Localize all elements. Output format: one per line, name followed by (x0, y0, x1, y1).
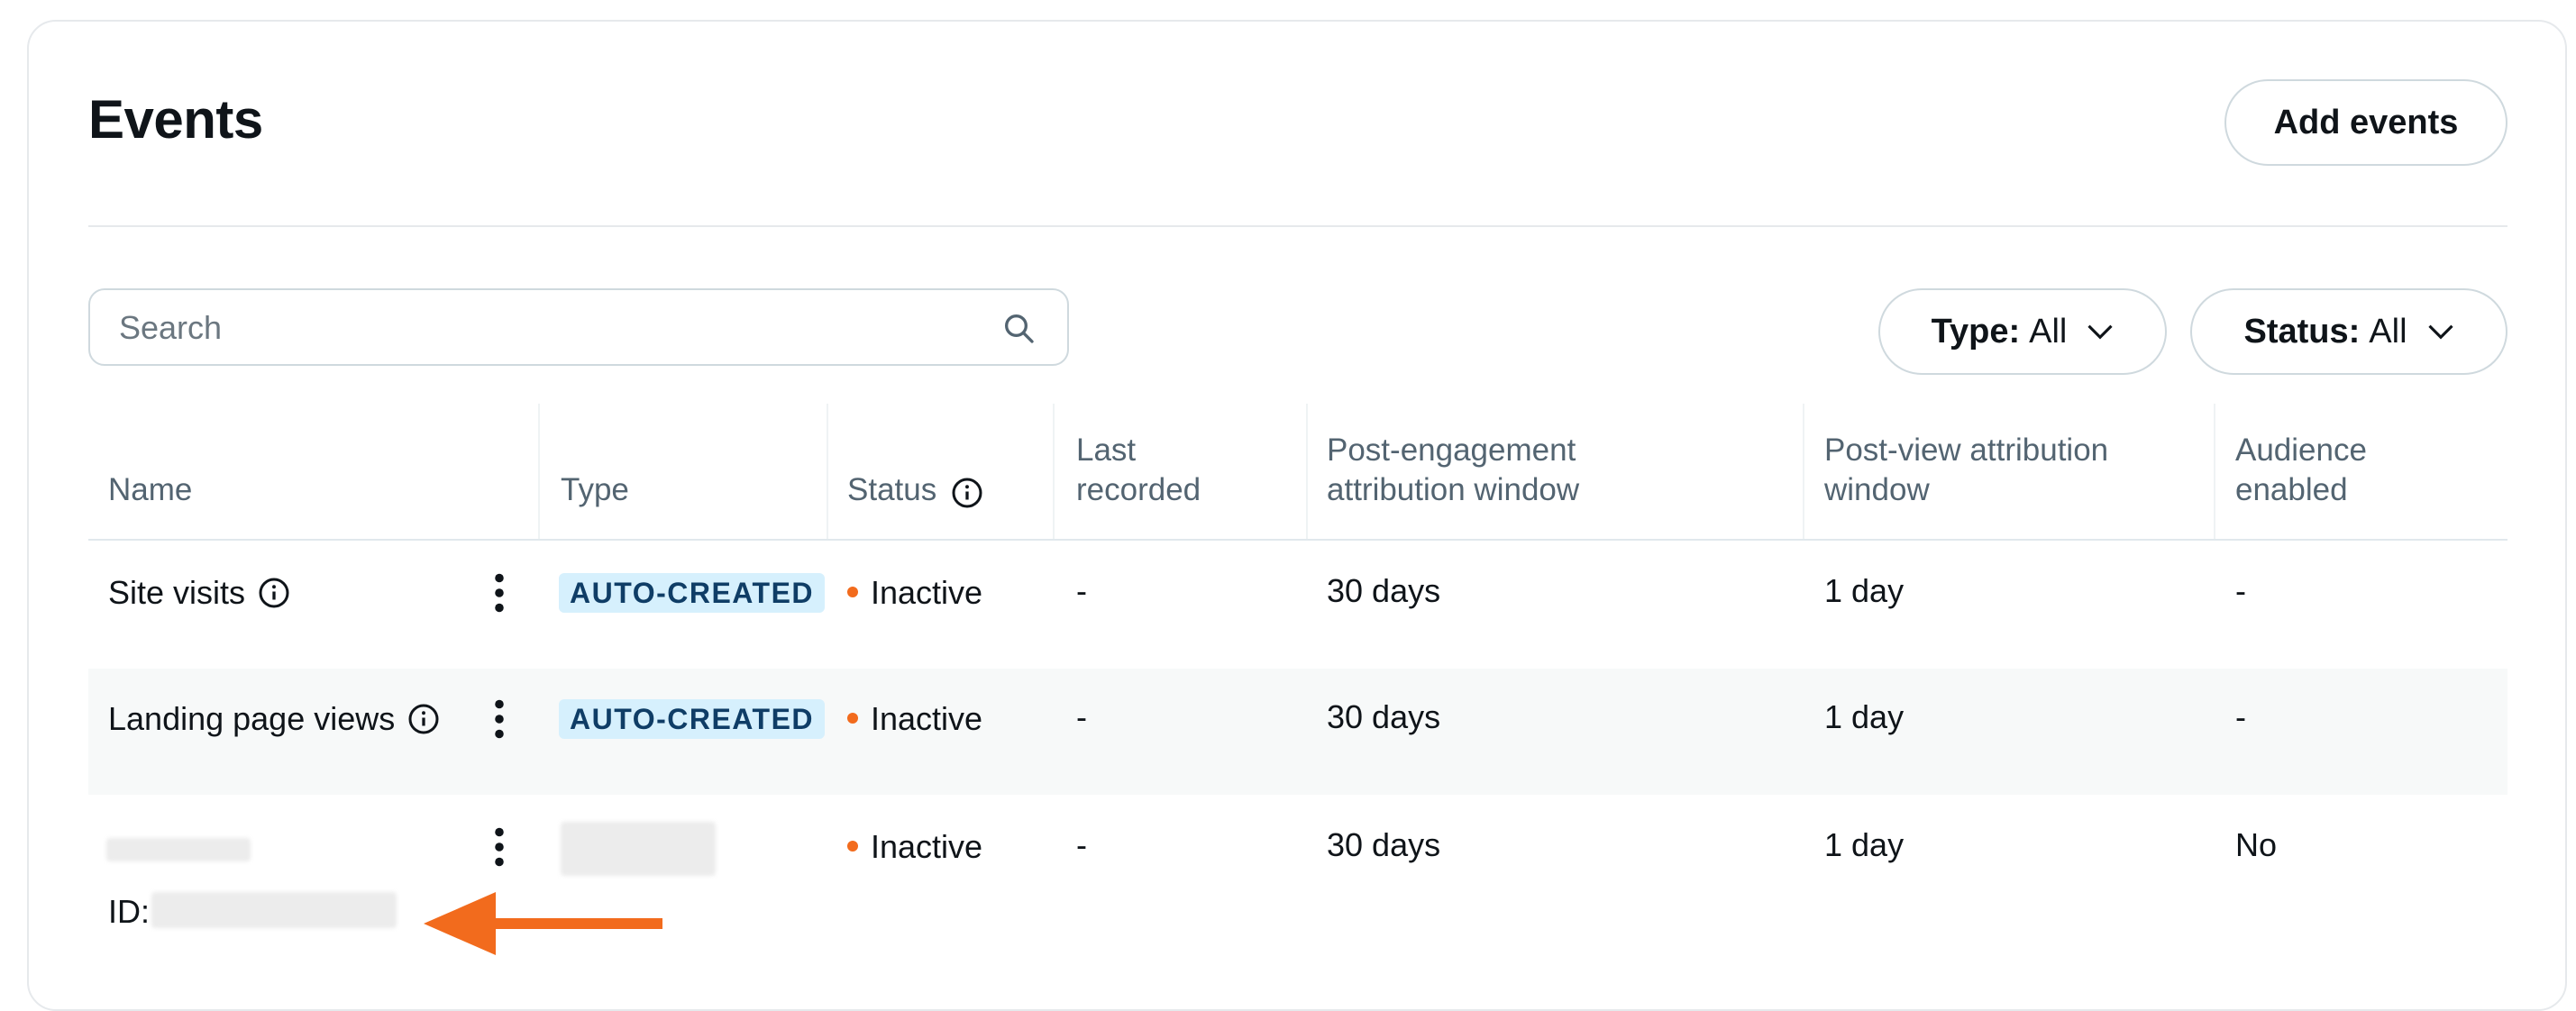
table-row[interactable] (88, 669, 2507, 795)
row-name: Site visits (108, 574, 246, 611)
column-separator (1053, 404, 1055, 541)
column-separator (2214, 404, 2215, 541)
type-badge: AUTO-CREATED (559, 699, 826, 739)
status-text: Inactive (871, 828, 983, 865)
kebab-menu-icon[interactable] (494, 699, 505, 739)
type-filter-button[interactable]: Type: All (1878, 288, 2167, 375)
redacted-name (106, 838, 251, 861)
chevron-down-icon (2087, 324, 2113, 340)
info-icon[interactable] (951, 477, 983, 509)
column-separator (1803, 404, 1804, 541)
search-input[interactable] (117, 301, 986, 355)
type-filter-label: Type: (1931, 312, 2021, 351)
column-header-post-engagement[interactable]: Post-engagement attribution window (1327, 431, 1579, 510)
row-name: Landing page views (108, 700, 396, 737)
post-engagement-cell: 30 days (1327, 826, 1441, 863)
search-box[interactable] (88, 288, 1069, 366)
status-filter-button[interactable]: Status: All (2190, 288, 2507, 375)
status-filter-value: All (2369, 312, 2407, 351)
column-header-line: Last (1076, 433, 1137, 468)
column-header-line: enabled (2235, 472, 2348, 507)
row-name-cell: Landing page views (108, 699, 440, 739)
redacted-type (561, 822, 716, 876)
audience-cell: No (2235, 826, 2278, 863)
redacted-id (151, 892, 397, 928)
status-dot (847, 587, 858, 598)
column-header-status[interactable]: Status (847, 470, 983, 510)
status-cell: Inactive (847, 573, 982, 613)
status-cell: Inactive (847, 699, 982, 739)
kebab-menu-icon[interactable] (494, 573, 505, 613)
last-recorded-cell: - (1076, 698, 1087, 735)
info-icon[interactable] (258, 577, 290, 609)
column-header-audience[interactable]: Audience enabled (2235, 431, 2367, 510)
header-divider (88, 225, 2507, 227)
table-row[interactable] (88, 541, 2507, 667)
search-icon[interactable] (1000, 310, 1037, 346)
type-badge: AUTO-CREATED (559, 573, 826, 613)
post-view-cell: 1 day (1824, 826, 1905, 863)
column-header-line: recorded (1076, 472, 1201, 507)
add-events-button[interactable]: Add events (2224, 79, 2507, 166)
column-header-line: attribution window (1327, 472, 1580, 507)
column-separator (538, 404, 540, 541)
status-text: Inactive (871, 574, 983, 611)
column-separator (827, 404, 828, 541)
row-id-label: ID: (108, 893, 151, 930)
column-header-line: Audience (2235, 433, 2367, 468)
info-icon[interactable] (407, 703, 440, 735)
status-cell: Inactive (847, 827, 982, 867)
last-recorded-cell: - (1076, 572, 1087, 609)
type-filter-value: All (2029, 312, 2068, 351)
column-header-type[interactable]: Type (561, 470, 629, 510)
status-text: Inactive (871, 700, 983, 737)
audience-cell: - (2235, 698, 2246, 735)
column-header-line: Post-engagement (1327, 433, 1576, 468)
status-dot (847, 841, 858, 852)
post-engagement-cell: 30 days (1327, 572, 1441, 609)
audience-cell: - (2235, 572, 2246, 609)
column-header-line: Post-view attribution (1824, 433, 2109, 468)
page-title: Events (88, 89, 263, 150)
column-header-last-recorded[interactable]: Last recorded (1076, 431, 1201, 510)
arrow-left-icon (424, 892, 662, 955)
row-name-cell: Site visits (108, 573, 290, 613)
status-dot (847, 713, 858, 724)
kebab-menu-icon[interactable] (494, 827, 505, 867)
column-separator (1306, 404, 1308, 541)
chevron-down-icon (2427, 324, 2453, 340)
column-header-post-view[interactable]: Post-view attribution window (1824, 431, 2108, 510)
column-header-line: window (1824, 472, 1930, 507)
post-engagement-cell: 30 days (1327, 698, 1441, 735)
row-id-cell: ID: (108, 892, 150, 932)
column-header-status-label: Status (847, 472, 937, 507)
post-view-cell: 1 day (1824, 572, 1905, 609)
column-header-name[interactable]: Name (108, 470, 192, 510)
status-filter-label: Status: (2243, 312, 2361, 351)
post-view-cell: 1 day (1824, 698, 1905, 735)
last-recorded-cell: - (1076, 826, 1087, 863)
